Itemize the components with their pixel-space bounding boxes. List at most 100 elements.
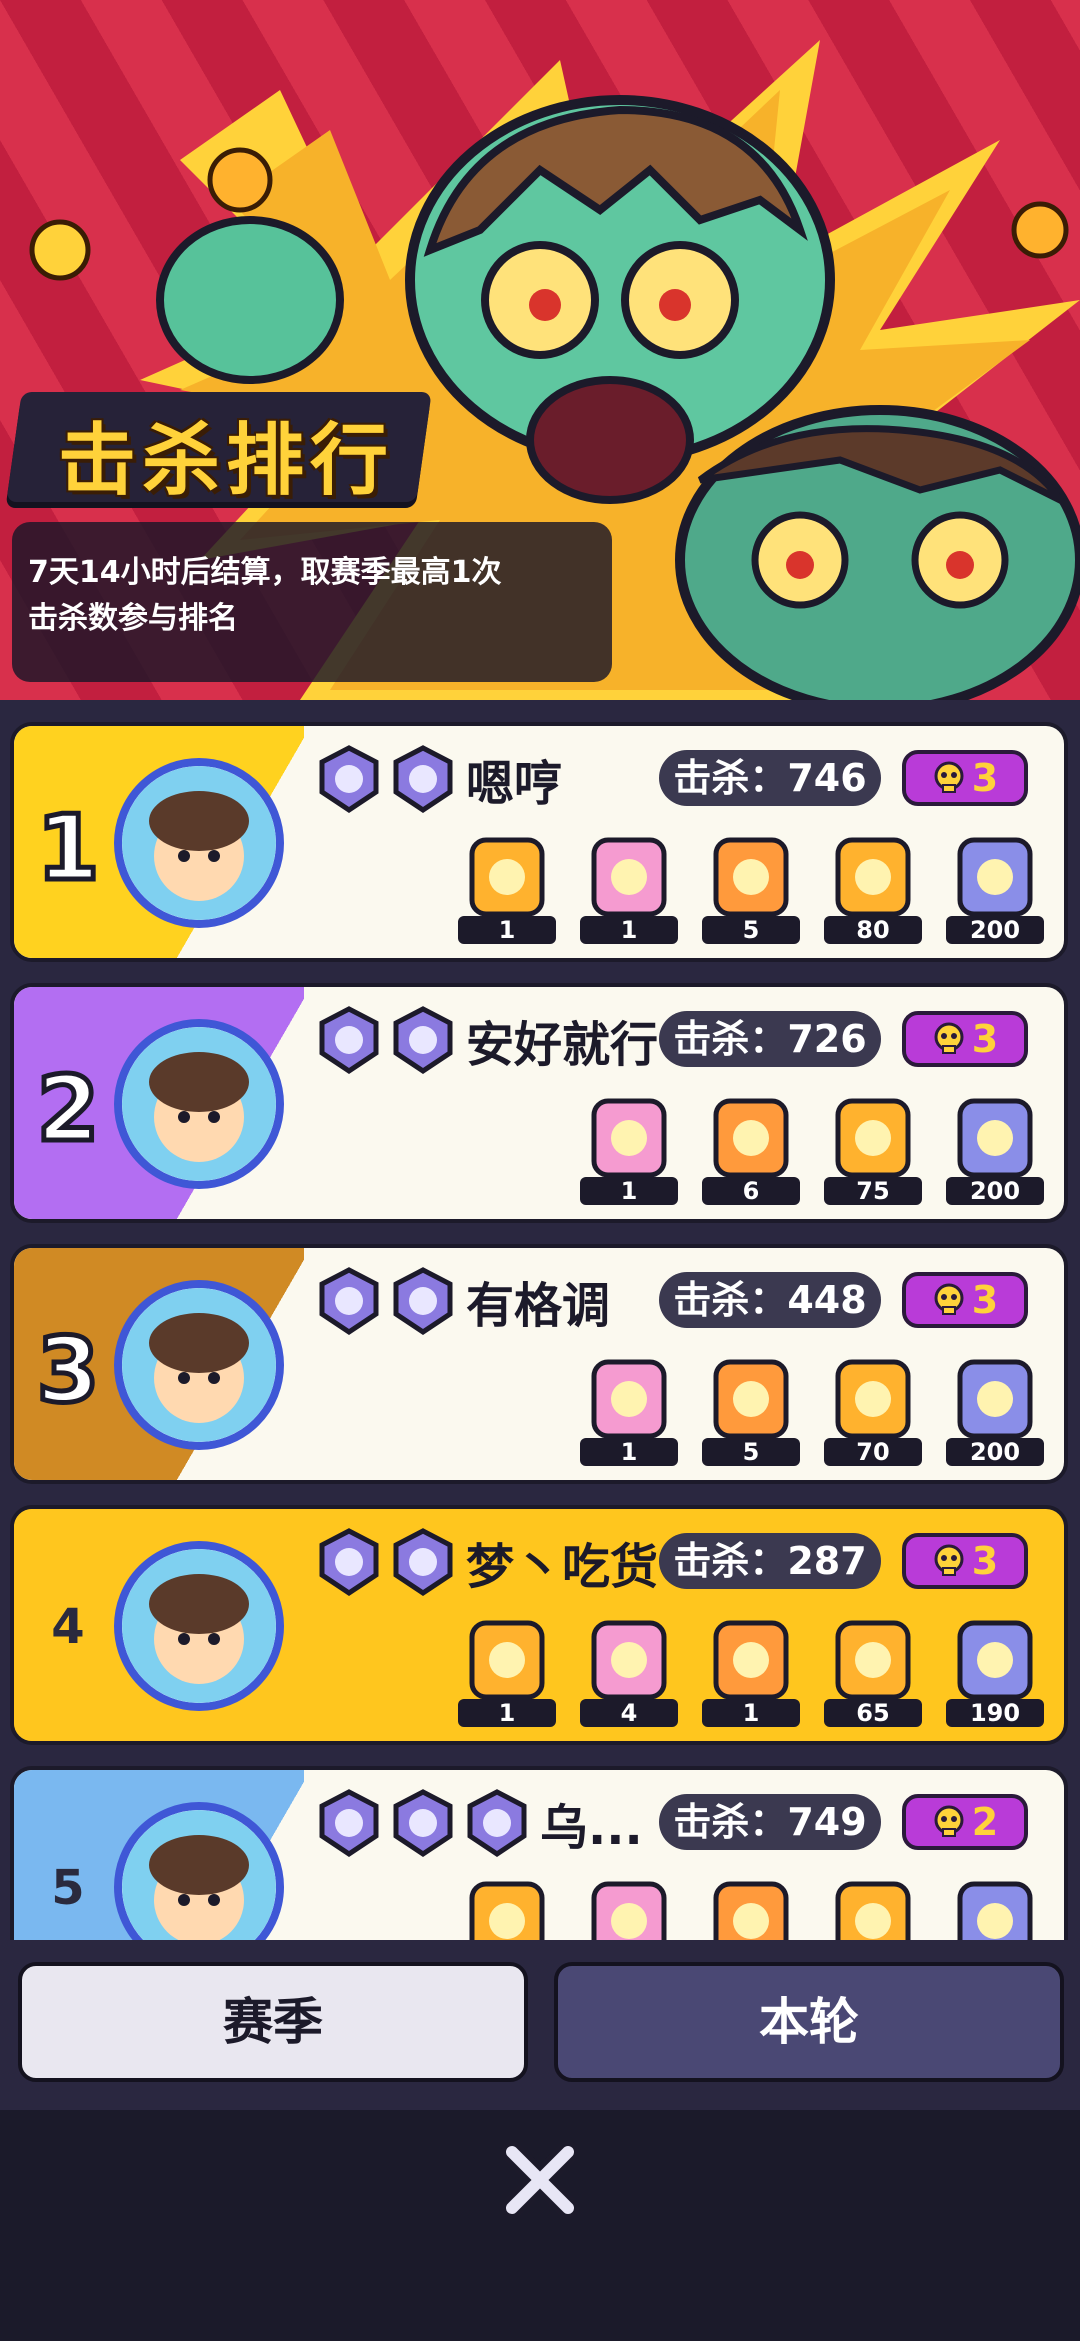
reward-item[interactable]: 5 [702,832,800,944]
reward-item[interactable]: 80 [824,832,922,944]
reward-item[interactable]: 1 [702,1615,800,1727]
rank-badge-icon [319,1789,379,1858]
ranking-card[interactable]: 4 梦丶吃货 击杀：287 3 1 4 1 65 190 [10,1505,1068,1745]
reward-count: 190 [946,1699,1044,1727]
reward-item[interactable]: 200 [946,1093,1044,1205]
reward-list: 1 1 5 80 200 [458,832,1044,944]
ranking-card[interactable]: 5 乌... 击杀：749 2 [10,1766,1068,1940]
avatar[interactable] [114,1280,284,1450]
rank-badge-icon [467,1789,527,1858]
reward-icon [835,837,911,917]
reward-item[interactable]: 1 [458,832,556,944]
tab-bar: 赛季 本轮 [0,1940,1080,2110]
kill-count: 击杀：749 [659,1794,881,1850]
reward-item[interactable] [946,1876,1044,1940]
reward-item[interactable]: 65 [824,1615,922,1727]
rank-number: 1 [34,794,102,904]
reward-item[interactable]: 190 [946,1615,1044,1727]
rank-number: 4 [51,1599,85,1655]
skull-count: 2 [971,1800,999,1844]
reward-icon [957,1881,1033,1940]
rank-badge-icon [319,1006,379,1075]
reward-count: 200 [946,1438,1044,1466]
ranking-card[interactable]: 3 有格调 击杀：448 3 1 5 70 200 [10,1244,1068,1484]
reward-list [458,1876,1044,1940]
description-line-1: 7天14小时后结算，取赛季最高1次 [28,555,502,590]
reward-list: 1 5 70 200 [580,1354,1044,1466]
reward-item[interactable] [458,1876,556,1940]
leaderboard-list[interactable]: 1 嗯哼 击杀：746 3 1 1 5 80 200 2 安好就行 击杀：726 3 1 6 75 200 3 有格… [0,700,1080,1940]
avatar[interactable] [114,758,284,928]
reward-icon [957,1359,1033,1439]
reward-icon [957,1620,1033,1700]
reward-icon [591,1620,667,1700]
reward-list: 1 6 75 200 [580,1093,1044,1205]
description-line-2: 击杀数参与排名 [28,601,238,636]
ranking-card[interactable]: 1 嗯哼 击杀：746 3 1 1 5 80 200 [10,722,1068,962]
skull-icon [934,1544,964,1576]
reward-icon [469,837,545,917]
player-name-row: 梦丶吃货 [314,1527,658,1597]
skull-icon [934,1805,964,1837]
reward-icon [591,1098,667,1178]
reward-item[interactable]: 1 [580,1354,678,1466]
skull-count: 3 [971,1017,999,1061]
reward-item[interactable]: 1 [458,1615,556,1727]
reward-item[interactable] [824,1876,922,1940]
reward-icon [713,837,789,917]
kill-count: 击杀：448 [659,1272,881,1328]
reward-icon [713,1098,789,1178]
reward-icon [713,1620,789,1700]
reward-item[interactable]: 4 [580,1615,678,1727]
rank-number: 3 [34,1316,102,1426]
reward-item[interactable] [702,1876,800,1940]
skull-counter: 3 [902,1272,1028,1328]
reward-count: 6 [702,1177,800,1205]
rank-badge-icon [319,745,379,814]
kill-count: 击杀：287 [659,1533,881,1589]
ranking-card[interactable]: 2 安好就行 击杀：726 3 1 6 75 200 [10,983,1068,1223]
player-name-row: 乌... [314,1788,643,1858]
reward-item[interactable]: 75 [824,1093,922,1205]
close-icon[interactable] [500,2140,580,2220]
reward-item[interactable]: 1 [580,832,678,944]
settlement-description: 7天14小时后结算，取赛季最高1次 击杀数参与排名 [12,522,612,682]
reward-item[interactable]: 6 [702,1093,800,1205]
reward-icon [835,1359,911,1439]
tab-round[interactable]: 本轮 [554,1962,1064,2082]
player-name: 乌... [540,1800,643,1856]
reward-icon [957,837,1033,917]
player-name: 梦丶吃货 [466,1539,659,1595]
reward-item[interactable]: 5 [702,1354,800,1466]
reward-item[interactable]: 200 [946,1354,1044,1466]
tab-season[interactable]: 赛季 [18,1962,528,2082]
skull-count: 3 [971,756,999,800]
reward-count: 65 [824,1699,922,1727]
reward-count: 1 [458,916,556,944]
reward-item[interactable]: 1 [580,1093,678,1205]
skull-counter: 3 [902,1533,1028,1589]
player-name: 嗯哼 [466,756,563,812]
reward-count: 75 [824,1177,922,1205]
reward-icon [469,1620,545,1700]
reward-item[interactable]: 70 [824,1354,922,1466]
rank-badge-icon [393,1267,453,1336]
avatar[interactable] [114,1541,284,1711]
kill-count: 击杀：726 [659,1011,881,1067]
reward-item[interactable]: 200 [946,832,1044,944]
rank-number: 5 [51,1860,85,1916]
reward-list: 1 4 1 65 190 [458,1615,1044,1727]
reward-count: 200 [946,1177,1044,1205]
reward-icon [713,1881,789,1940]
player-name-row: 安好就行 [314,1005,658,1075]
kill-count: 击杀：746 [659,750,881,806]
reward-item[interactable] [580,1876,678,1940]
reward-icon [835,1098,911,1178]
rank-badge-icon [393,1006,453,1075]
player-name: 安好就行 [466,1017,659,1073]
reward-icon [591,1881,667,1940]
skull-counter: 2 [902,1794,1028,1850]
avatar[interactable] [114,1019,284,1189]
reward-icon [835,1881,911,1940]
skull-count: 3 [971,1278,999,1322]
